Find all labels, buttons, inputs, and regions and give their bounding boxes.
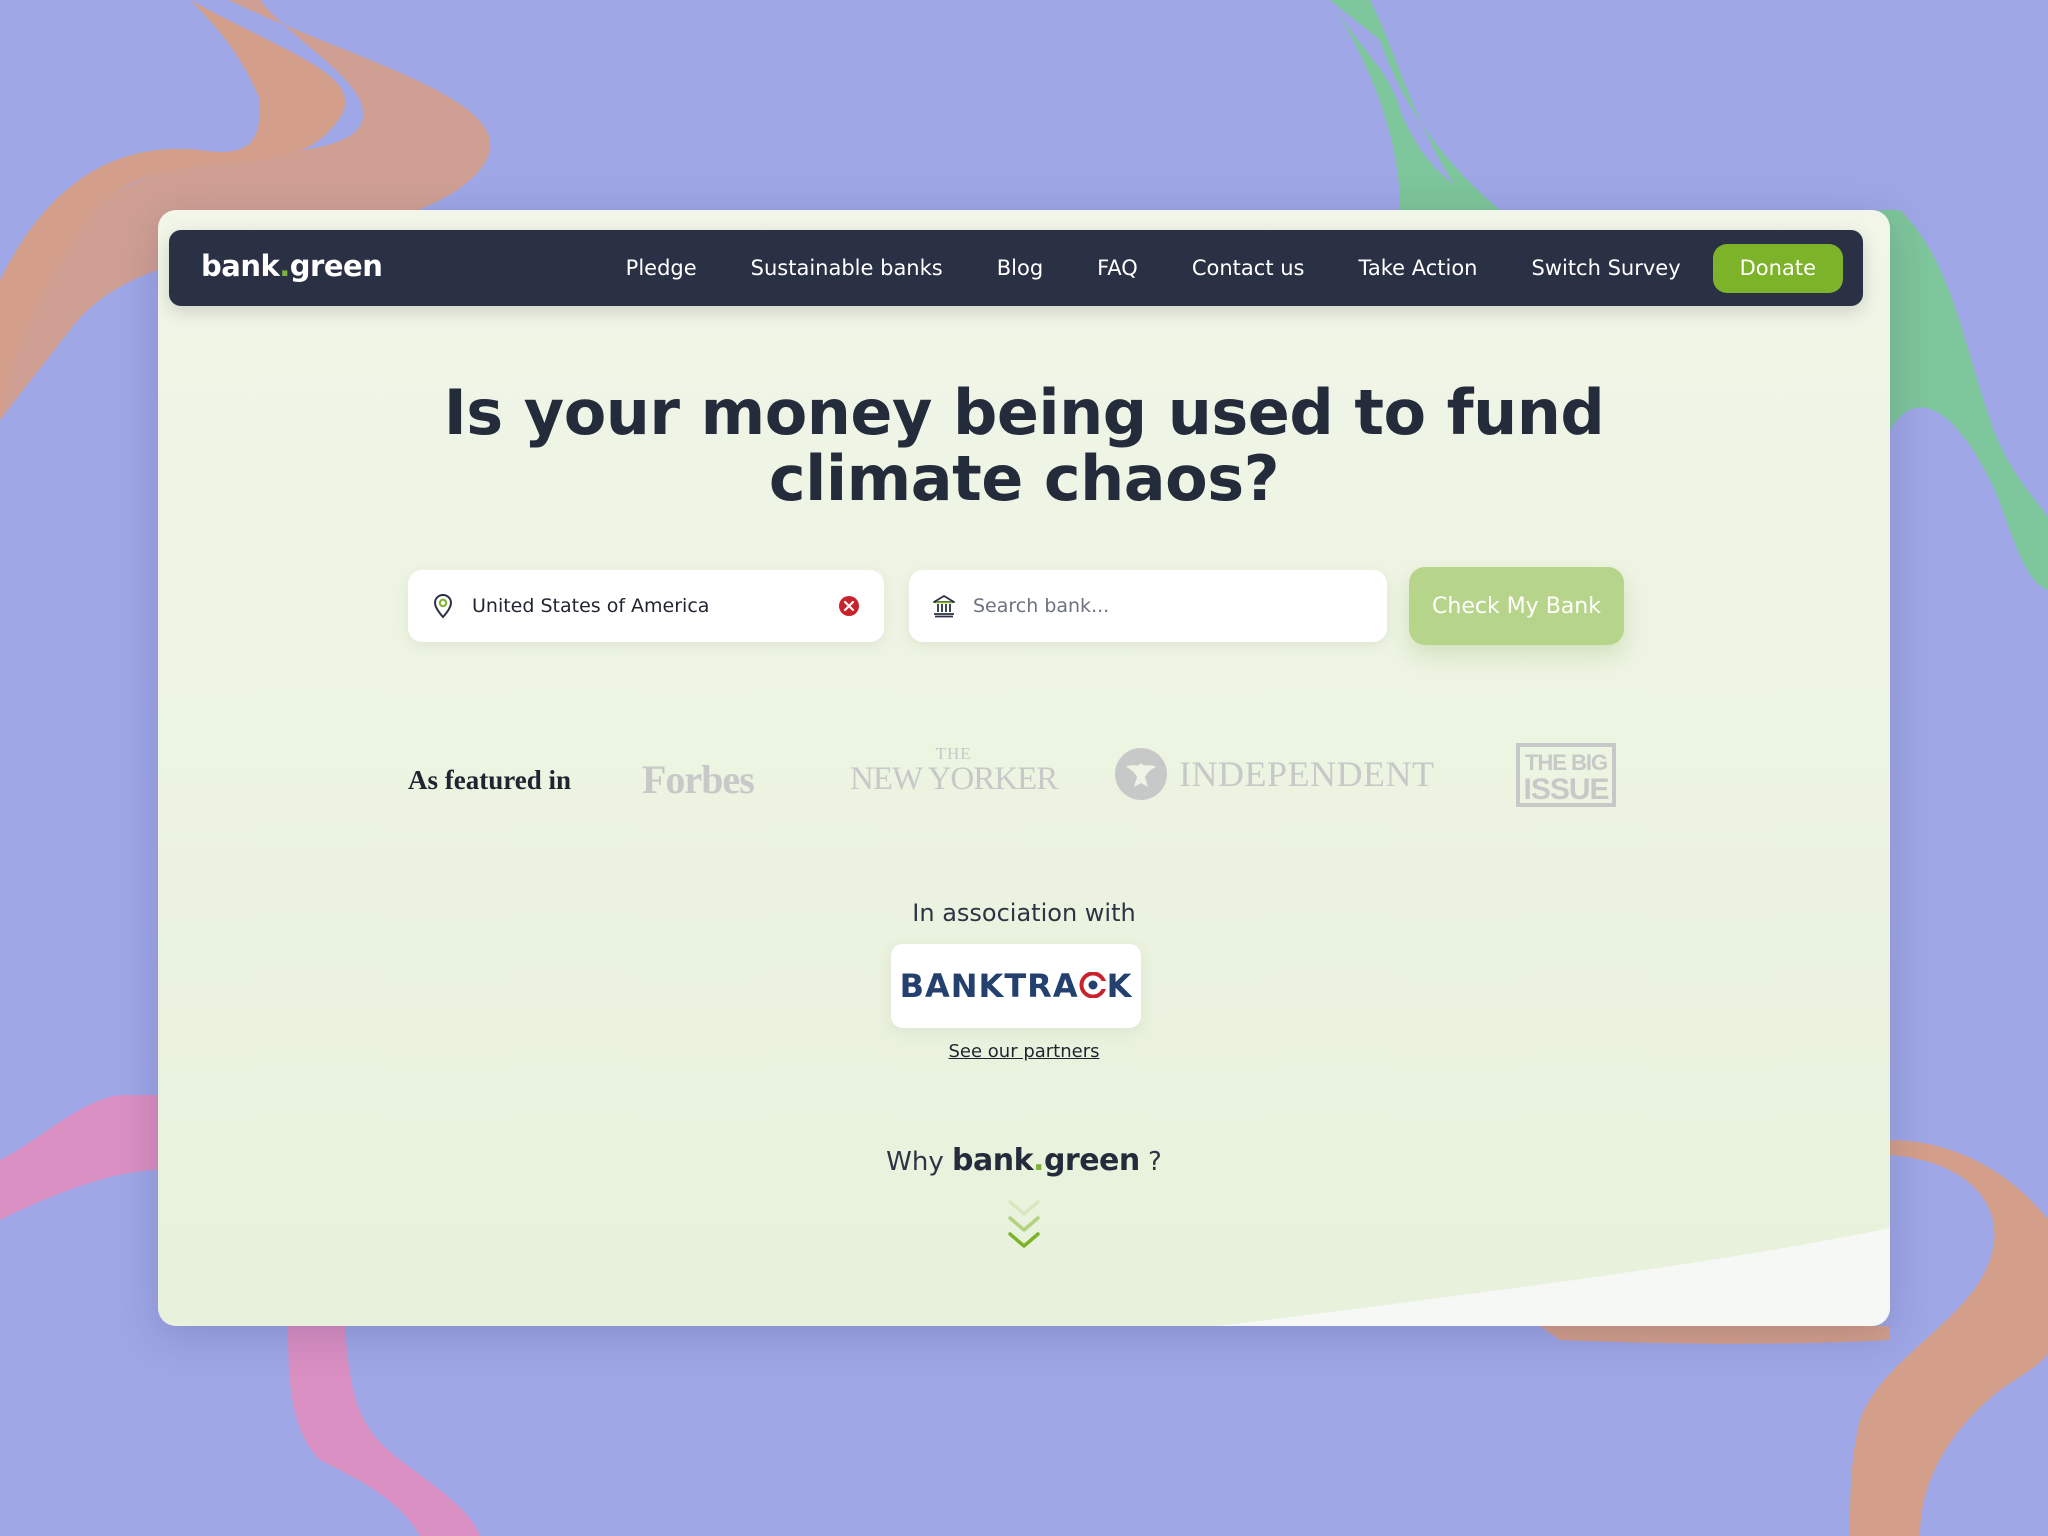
map-pin-icon xyxy=(433,593,453,619)
nav-link-switch-survey[interactable]: Switch Survey xyxy=(1531,243,1680,293)
nav-link-take-action[interactable]: Take Action xyxy=(1358,243,1477,293)
why-prefix: Why xyxy=(886,1147,944,1177)
new-yorker-main: NEW YORKER xyxy=(850,761,1058,797)
country-input[interactable] xyxy=(472,570,812,642)
press-logo-big-issue: THE BIG ISSUE xyxy=(1516,743,1616,807)
big-issue-line-2: ISSUE xyxy=(1523,773,1609,806)
association-label: In association with xyxy=(912,899,1136,927)
bank-search-input[interactable] xyxy=(973,570,1363,642)
see-partners-link[interactable]: See our partners xyxy=(948,1041,1099,1062)
nav-link-contact-us[interactable]: Contact us xyxy=(1192,243,1305,293)
site-logo[interactable]: bank.green xyxy=(201,248,383,284)
press-logo-new-yorker: THE NEW YORKER xyxy=(850,745,1058,797)
bank-building-icon xyxy=(933,595,955,618)
hero-headline-line-1: Is your money being used to fund xyxy=(443,376,1605,449)
target-icon xyxy=(1079,965,1107,999)
hero-headline-line-2: climate chaos? xyxy=(768,442,1280,515)
top-navbar: bank.green Pledge Sustainable banks Blog… xyxy=(169,230,1863,306)
featured-label: As featured in xyxy=(408,765,572,795)
donate-button[interactable]: Donate xyxy=(1712,243,1843,293)
bank-search-field[interactable] xyxy=(909,570,1387,642)
press-logo-forbes: Forbes xyxy=(642,757,755,802)
press-logo-independent: INDEPENDENT xyxy=(1114,747,1434,801)
why-suffix: ? xyxy=(1148,1147,1162,1177)
country-select[interactable] xyxy=(408,570,884,642)
banktrack-logo[interactable]: BANKTRA K xyxy=(891,944,1141,1028)
scroll-down-chevrons-icon[interactable] xyxy=(1001,1196,1047,1254)
independent-text: INDEPENDENT xyxy=(1179,754,1435,794)
big-issue-line-1: THE BIG xyxy=(1524,750,1608,775)
clear-x-icon[interactable] xyxy=(838,595,860,617)
why-bank-green: Why bank.green ? xyxy=(158,1144,1890,1179)
nav-link-sustainable-banks[interactable]: Sustainable banks xyxy=(751,243,943,293)
hero-headline: Is your money being used to fund climate… xyxy=(158,380,1890,512)
eagle-icon xyxy=(1115,748,1167,800)
logo-dot: . xyxy=(279,249,290,283)
why-logo: bank.green xyxy=(952,1143,1140,1178)
main-card: bank.green Pledge Sustainable banks Blog… xyxy=(158,210,1890,1326)
banktrack-wordmark: BANKTRA K xyxy=(899,965,1133,1005)
check-my-bank-button[interactable]: Check My Bank xyxy=(1409,567,1624,645)
logo-dot: . xyxy=(1033,1143,1044,1178)
nav-link-blog[interactable]: Blog xyxy=(997,243,1043,293)
nav-link-pledge[interactable]: Pledge xyxy=(626,243,697,293)
nav-menu: Pledge Sustainable banks Blog FAQ Contac… xyxy=(626,243,1843,293)
nav-link-faq[interactable]: FAQ xyxy=(1097,243,1138,293)
see-partners: See our partners xyxy=(158,1040,1890,1064)
